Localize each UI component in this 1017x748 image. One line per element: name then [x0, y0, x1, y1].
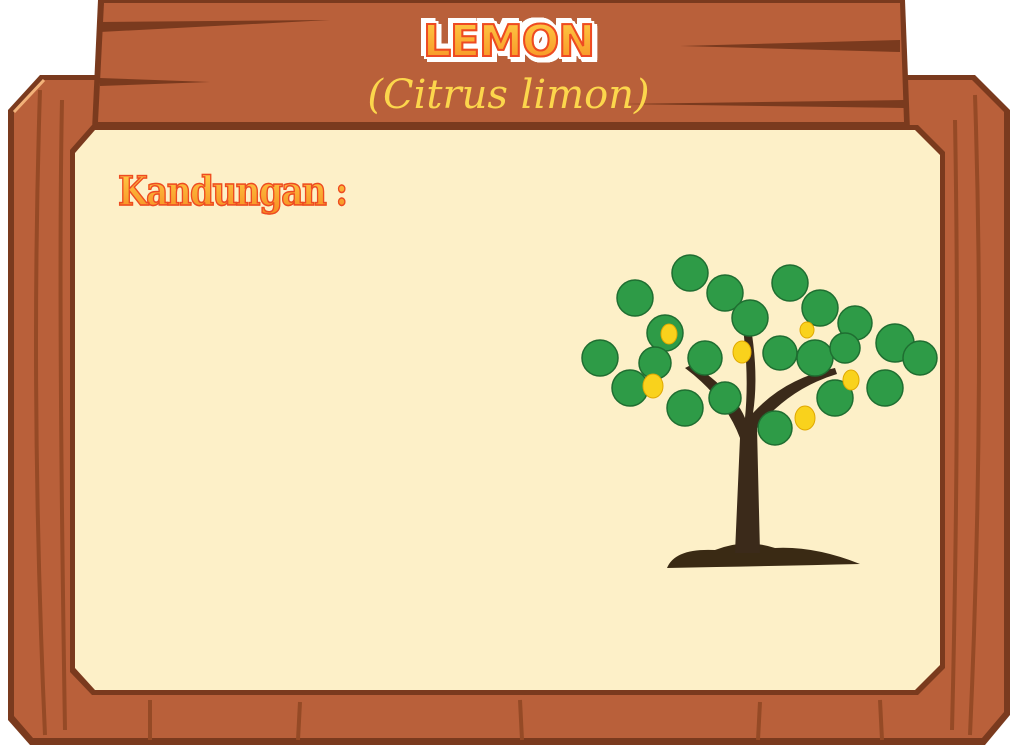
title-wrap: LEMON [0, 12, 1017, 71]
section-heading: Kandungan : [117, 167, 348, 216]
ground [667, 543, 860, 568]
page-title: LEMON [413, 12, 604, 71]
lemon-fruit [732, 340, 752, 364]
lemon-fruit [660, 323, 678, 345]
lemon-fruit [642, 373, 664, 399]
scientific-name: (Citrus limon) [367, 72, 650, 118]
lemon-fruit [794, 405, 816, 431]
lemon-fruit [799, 321, 815, 339]
lemon-tree-illustration [581, 254, 938, 568]
lemon-fruit [842, 369, 860, 391]
